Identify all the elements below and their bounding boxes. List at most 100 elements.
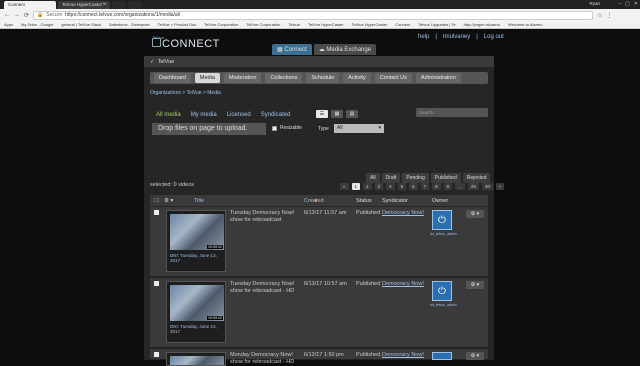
bookmark-item[interactable]: Telvue Upgrades | Te	[418, 22, 455, 27]
owner-avatar[interactable]: ⏻	[432, 210, 452, 230]
tab-media-exchange[interactable]: ☁ Media Exchange	[313, 44, 377, 55]
list-view-icon[interactable]: ☰	[316, 110, 328, 118]
bookmark-item[interactable]: TelVue Corporation	[246, 22, 280, 27]
detail-view-icon[interactable]: ▤	[346, 110, 358, 118]
browser-tab[interactable]	[128, 1, 142, 9]
back-icon[interactable]: ←	[4, 12, 10, 18]
owner-name[interactable]: dn_telvue_admin	[430, 303, 457, 307]
page-link[interactable]: 3	[374, 183, 384, 190]
row-checkbox[interactable]	[154, 352, 159, 357]
nav-media[interactable]: Media	[194, 73, 220, 83]
video-thumbnail[interactable]: 00:59:02	[170, 214, 224, 250]
row-status: Published	[356, 281, 381, 287]
tab-syndicated[interactable]: Syndicated	[261, 112, 291, 118]
forward-icon[interactable]: →	[14, 12, 20, 18]
page-link[interactable]: 7	[420, 183, 430, 190]
resizable-checkbox[interactable]	[272, 125, 277, 131]
url-field[interactable]: 🔒 Secure https://connect.telvue.com/orga…	[33, 10, 594, 20]
column-title[interactable]: Title	[194, 198, 204, 204]
user-link[interactable]: tmulvaney	[443, 34, 470, 40]
bookmark-item[interactable]: TelVue HyperCaster	[352, 22, 388, 27]
page-link[interactable]: 4	[386, 183, 395, 190]
help-link[interactable]: help	[418, 34, 429, 40]
thumbnail-caption[interactable]: DN!: Tuesday, June 13, 2017	[170, 324, 224, 335]
bulk-actions-button[interactable]: ⚙ ▾	[164, 198, 173, 204]
bookmark-item[interactable]: general | TelVue Slack	[61, 22, 101, 27]
row-syndicator[interactable]: Democracy Now!	[382, 352, 424, 359]
bookmark-item[interactable]: http://jorgen.nkzamo	[464, 22, 500, 27]
bookmark-item[interactable]: TelVue HyperCaster	[308, 22, 344, 27]
nav-collections[interactable]: Collections	[265, 73, 303, 83]
select-all-checkbox[interactable]: ☐	[154, 198, 159, 204]
tab-my-media[interactable]: My media	[191, 112, 217, 118]
video-thumbnail[interactable]	[170, 356, 224, 365]
logout-link[interactable]: Log out	[484, 34, 504, 40]
nav-dashboard[interactable]: Dashboard	[154, 73, 191, 83]
filter-all[interactable]: All	[366, 173, 380, 183]
minimize-icon[interactable]: –	[618, 1, 621, 7]
browser-tab[interactable]	[112, 1, 126, 9]
browser-tab[interactable]: Connect	[4, 1, 56, 9]
page-link[interactable]: 2	[363, 183, 372, 190]
tab-licensed[interactable]: Licensed	[227, 112, 251, 118]
filter-rejected[interactable]: Rejected	[462, 173, 491, 183]
page-link[interactable]: 9	[443, 183, 453, 190]
page-link[interactable]: 5	[397, 183, 407, 190]
video-thumbnail-card[interactable]: 00:59:02 DN!: Tuesday, June 13, 2017	[166, 210, 226, 272]
filter-published[interactable]: Published	[430, 173, 461, 183]
tab-connect[interactable]: ▦ Connect	[272, 44, 312, 55]
video-thumbnail-card[interactable]: 00:59:02 DN!: Tuesday, June 13, 2017	[166, 281, 226, 343]
menu-icon[interactable]: ⋮	[606, 12, 612, 19]
row-actions-button[interactable]: ⚙ ▾	[466, 210, 484, 218]
browser-tab[interactable]: TelVue HyperCaster™	[58, 1, 110, 9]
bookmark-item[interactable]: Connect	[395, 22, 410, 27]
search-input[interactable]: Search	[416, 108, 488, 117]
page-link[interactable]: 30	[481, 183, 493, 190]
video-thumbnail[interactable]: 00:59:02	[170, 285, 224, 321]
owner-name[interactable]: dn_telvue_admin	[430, 232, 457, 236]
video-thumbnail-card[interactable]	[166, 352, 226, 366]
row-syndicator[interactable]: Democracy Now!	[382, 210, 424, 217]
bookmark-item[interactable]: Apps	[4, 22, 13, 27]
maximize-icon[interactable]: ▢	[625, 1, 630, 7]
nav-contact-us[interactable]: Contact Us	[374, 73, 412, 83]
page-link[interactable]: 8	[432, 183, 441, 190]
page-link[interactable]: 1	[351, 183, 361, 190]
type-select[interactable]: All ▾	[334, 124, 384, 133]
next-page-icon[interactable]: »	[495, 183, 505, 190]
nav-moderation[interactable]: Moderation	[223, 73, 262, 83]
browser-user[interactable]: Ryan	[589, 1, 600, 6]
bookmark-item[interactable]: My Drive - Google	[21, 22, 53, 27]
first-page-icon[interactable]: «	[340, 183, 349, 190]
row-checkbox[interactable]	[154, 210, 159, 215]
row-actions-button[interactable]: ⚙ ▾	[466, 352, 484, 360]
row-checkbox[interactable]	[154, 281, 159, 286]
table-row[interactable]: 00:59:02 DN!: Tuesday, June 13, 2017 Tue…	[150, 207, 488, 277]
nav-schedule[interactable]: Schedule	[306, 73, 340, 83]
breadcrumb[interactable]: Organizations > TelVue > Media	[150, 90, 221, 96]
row-syndicator[interactable]: Democracy Now!	[382, 281, 424, 288]
bookmark-item[interactable]: Telvue	[288, 22, 300, 27]
owner-avatar[interactable]	[432, 352, 452, 360]
thumbnail-caption[interactable]: DN!: Tuesday, June 13, 2017	[170, 253, 224, 264]
star-icon[interactable]: ☆	[597, 12, 602, 19]
bookmark-item[interactable]: TelVue > Product Doc	[158, 22, 197, 27]
grid-view-icon[interactable]: ▦	[331, 110, 343, 118]
nav-administration[interactable]: Administration	[415, 73, 461, 83]
filter-pending[interactable]: Pending	[402, 173, 429, 183]
page-link[interactable]: 6	[409, 183, 418, 190]
close-icon[interactable]: ✕	[634, 1, 638, 7]
owner-avatar[interactable]: ⏻	[432, 281, 452, 301]
nav-activity[interactable]: Activity	[343, 73, 371, 83]
row-actions-button[interactable]: ⚙ ▾	[466, 281, 484, 289]
tab-all-media[interactable]: All media	[156, 112, 181, 118]
upload-dropzone[interactable]: Drop files on page to upload.	[152, 123, 266, 135]
bookmark-item[interactable]: Welcome to Alarmo	[508, 22, 543, 27]
reload-icon[interactable]: ⟳	[24, 12, 29, 19]
table-row[interactable]: Monday Democracy Now! show for rebroadca…	[150, 349, 488, 366]
bookmark-item[interactable]: TelVue Corporation	[204, 22, 238, 27]
bookmark-item[interactable]: Salesforce - Enterprise	[109, 22, 150, 27]
filter-draft[interactable]: Draft	[381, 173, 401, 183]
page-link[interactable]: 29	[467, 183, 479, 190]
table-row[interactable]: 00:59:02 DN!: Tuesday, June 13, 2017 Tue…	[150, 278, 488, 348]
